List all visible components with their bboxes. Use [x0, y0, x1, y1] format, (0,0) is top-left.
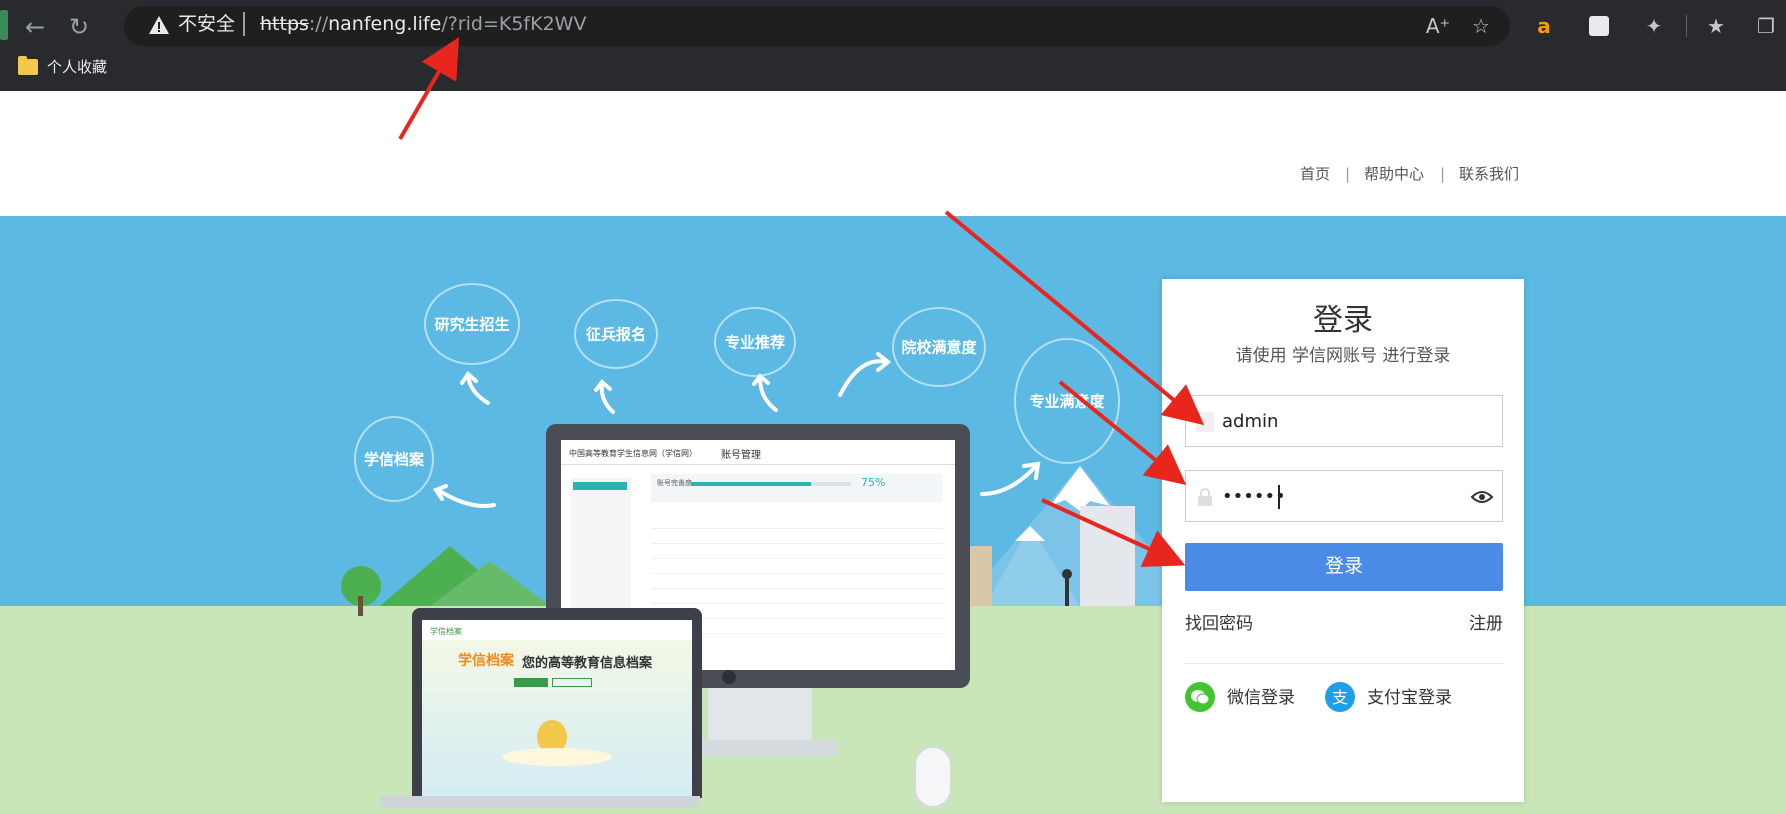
username-value[interactable]: admin	[1222, 410, 1278, 434]
laptop-brand-small: 学信档案	[430, 627, 462, 636]
mouse-illustration	[914, 746, 952, 808]
username-field[interactable]: admin	[1185, 395, 1503, 447]
laptop-screen: 学信档案 学信档案 您的高等教育信息档案	[422, 620, 692, 798]
monitor-progress-value: 75%	[861, 476, 886, 489]
monitor-stand-base	[680, 740, 838, 756]
login-subtitle: 请使用 学信网账号 进行登录	[1235, 346, 1451, 366]
monitor-site-name: 中国高等教育学生信息网（学信网）	[569, 449, 697, 458]
login-divider	[1185, 663, 1503, 664]
laptop-base	[380, 796, 700, 808]
login-card: 登录 请使用 学信网账号 进行登录 admin •••••• 登录 找回密码 注…	[1162, 279, 1524, 802]
laptop-brand: 学信档案	[458, 653, 514, 669]
text-cursor	[1278, 485, 1280, 509]
laptop-headline: 您的高等教育信息档案	[522, 656, 653, 671]
show-password-icon[interactable]	[1470, 487, 1494, 507]
password-field[interactable]: ••••••	[1185, 470, 1503, 522]
alipay-login-link[interactable]: 支付宝登录	[1367, 687, 1452, 709]
laptop-illustration: 学信档案 学信档案 您的高等教育信息档案	[412, 608, 702, 798]
alipay-icon[interactable]: 支	[1325, 682, 1355, 712]
monitor-progress-label: 账号完善度	[657, 479, 692, 487]
user-icon	[1196, 412, 1214, 432]
forgot-password-link[interactable]: 找回密码	[1185, 612, 1253, 636]
monitor-section: 账号管理	[721, 450, 761, 461]
monitor-stand	[708, 688, 812, 742]
login-title: 登录	[1313, 303, 1373, 338]
wechat-login-link[interactable]: 微信登录	[1227, 687, 1295, 709]
svg-text:支: 支	[1332, 688, 1348, 707]
register-link[interactable]: 注册	[1469, 612, 1503, 636]
password-value[interactable]: ••••••	[1222, 485, 1286, 509]
lock-icon	[1198, 488, 1212, 506]
wechat-icon[interactable]	[1185, 682, 1215, 712]
login-button[interactable]: 登录	[1185, 543, 1503, 591]
